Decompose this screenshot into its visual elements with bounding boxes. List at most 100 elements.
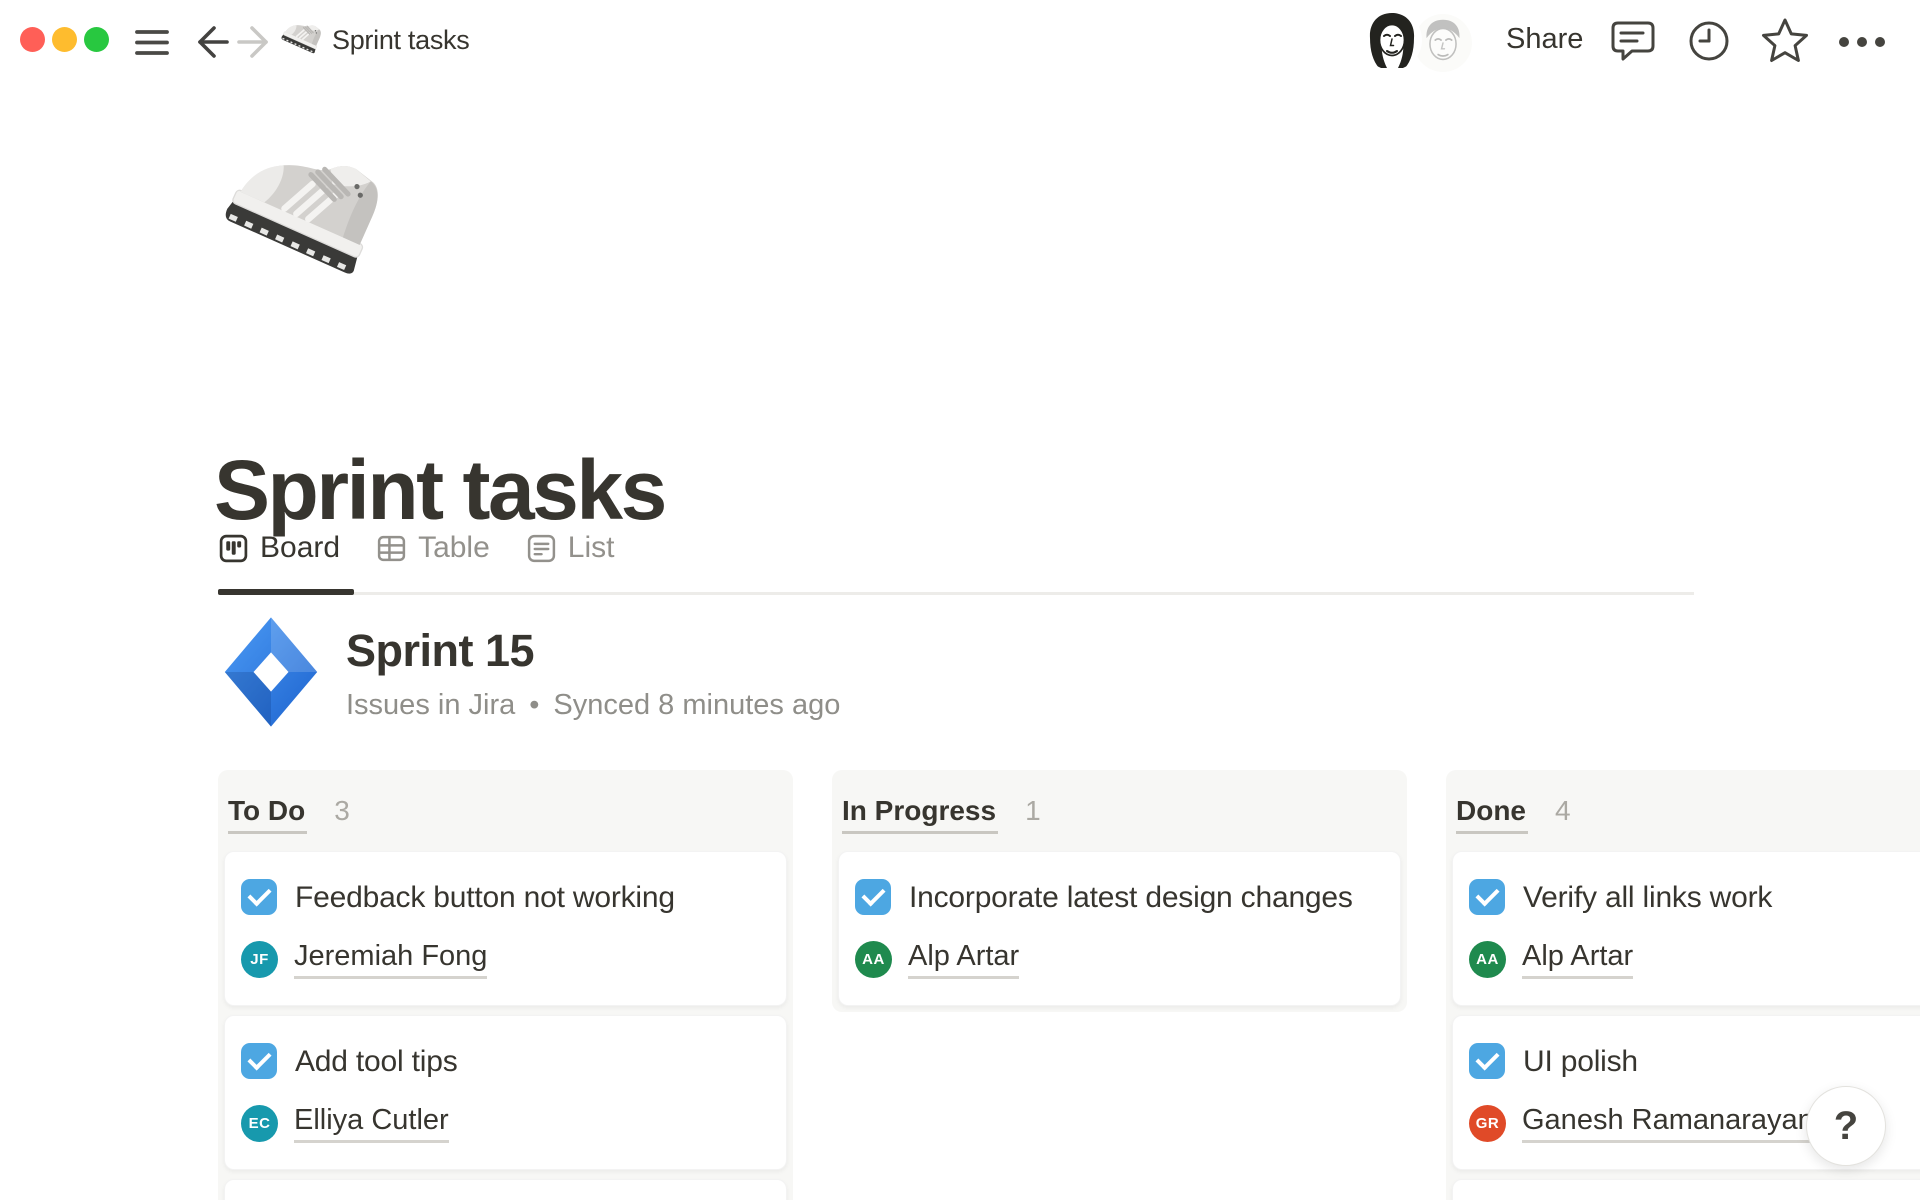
column-header: To Do 3	[218, 770, 793, 851]
star-icon	[1760, 16, 1810, 64]
collaborator-avatar-man	[1414, 14, 1472, 72]
board-card[interactable]	[1452, 1179, 1920, 1200]
column-name[interactable]: Done	[1456, 795, 1528, 834]
tabs-divider	[218, 592, 1694, 595]
hamburger-icon	[134, 26, 170, 60]
breadcrumb-page-title[interactable]: Sprint tasks	[332, 25, 469, 56]
breadcrumb-page-icon	[280, 15, 324, 59]
checkbox-icon[interactable]	[1469, 1043, 1505, 1079]
zoom-window-button[interactable]	[84, 27, 109, 52]
tab-table[interactable]: Table	[376, 531, 490, 565]
board-column: In Progress 1 Incorporate latest design ch…	[832, 770, 1407, 1012]
linked-database-subtitle: Issues in Jira • Synced 8 minutes ago	[346, 689, 840, 722]
ellipsis-icon	[1836, 28, 1888, 56]
notion-window: Sprint tasks	[0, 0, 1920, 1200]
board-card[interactable]	[224, 1179, 787, 1200]
card-assignee: AA Alp Artar	[855, 940, 1384, 979]
card-assignee: EC Elliya Cutler	[241, 1104, 770, 1143]
card-title-row: Verify all links work	[1469, 876, 1920, 920]
subtitle-separator: •	[529, 689, 539, 722]
database-source[interactable]: Issues in Jira	[346, 689, 515, 722]
card-title-row: Incorporate latest design changes	[855, 876, 1384, 920]
column-cards: Feedback button not working JF Jeremiah Fo…	[218, 851, 793, 1200]
active-tab-underline	[218, 589, 354, 595]
tab-list-label: List	[568, 531, 615, 565]
assignee-avatar: EC	[241, 1105, 278, 1142]
board-card[interactable]: Feedback button not working JF Jeremiah Fo…	[224, 851, 787, 1006]
close-window-button[interactable]	[20, 27, 45, 52]
help-button-label: ?	[1834, 1104, 1858, 1149]
checkbox-icon[interactable]	[241, 1043, 277, 1079]
checkbox-icon[interactable]	[241, 879, 277, 915]
assignee-name[interactable]: Ganesh Ramanarayanan	[1522, 1104, 1846, 1143]
comment-icon	[1610, 17, 1656, 65]
window-topbar: Sprint tasks	[0, 0, 1920, 84]
column-name[interactable]: To Do	[228, 795, 307, 834]
favorite-button[interactable]	[1760, 16, 1810, 64]
board-icon	[218, 533, 249, 564]
man-avatar	[1414, 14, 1472, 72]
collaborator-avatar-woman	[1362, 10, 1422, 70]
column-name[interactable]: In Progress	[842, 795, 998, 834]
card-title-row: UI polish	[1469, 1040, 1920, 1084]
assignee-name[interactable]: Elliya Cutler	[294, 1104, 449, 1143]
sneaker-emoji-icon	[220, 126, 390, 296]
card-title: Incorporate latest design changes	[909, 876, 1353, 920]
assignee-name[interactable]: Jeremiah Fong	[294, 940, 487, 979]
card-assignee: JF Jeremiah Fong	[241, 940, 770, 979]
assignee-name[interactable]: Alp Artar	[908, 940, 1019, 979]
page-icon-sneaker[interactable]	[220, 126, 390, 296]
assignee-avatar: AA	[1469, 941, 1506, 978]
checkbox-icon[interactable]	[1469, 879, 1505, 915]
card-title: Add tool tips	[295, 1040, 458, 1084]
assignee-avatar: JF	[241, 941, 278, 978]
card-title: UI polish	[1523, 1040, 1638, 1084]
back-button[interactable]	[190, 21, 232, 63]
assignee-name[interactable]: Alp Artar	[1522, 940, 1633, 979]
assignee-avatar: GR	[1469, 1105, 1506, 1142]
column-cards: Incorporate latest design changes AA Alp A…	[832, 851, 1407, 1012]
sync-status: Synced 8 minutes ago	[553, 689, 840, 722]
back-arrow-icon	[190, 21, 232, 63]
board: To Do 3 Feedback button not working JF Jerem…	[218, 770, 1920, 1200]
more-options-button[interactable]	[1836, 28, 1888, 56]
tab-board[interactable]: Board	[218, 531, 340, 565]
woman-avatar	[1362, 10, 1422, 70]
share-button[interactable]: Share	[1506, 23, 1583, 56]
sidebar-toggle-button[interactable]	[134, 26, 170, 60]
board-card[interactable]: Add tool tips EC Elliya Cutler	[224, 1015, 787, 1170]
collaborator-avatars[interactable]	[1362, 8, 1490, 78]
column-header: In Progress 1	[832, 770, 1407, 851]
updates-button[interactable]	[1686, 18, 1732, 64]
forward-button[interactable]	[234, 21, 276, 63]
card-title-row: Feedback button not working	[241, 876, 770, 920]
sneaker-emoji-icon	[280, 15, 324, 59]
forward-arrow-icon	[234, 21, 276, 63]
comments-button[interactable]	[1610, 17, 1656, 65]
clock-icon	[1686, 18, 1732, 64]
card-title: Verify all links work	[1523, 876, 1772, 920]
card-title-row: Add tool tips	[241, 1040, 770, 1084]
list-icon	[526, 533, 557, 564]
column-count: 1	[1025, 795, 1041, 827]
board-column: To Do 3 Feedback button not working JF Jerem…	[218, 770, 793, 1200]
board-card[interactable]: Verify all links work AA Alp Artar	[1452, 851, 1920, 1006]
column-count: 4	[1555, 795, 1571, 827]
jira-logo-icon	[222, 614, 320, 730]
column-count: 3	[334, 795, 350, 827]
help-button[interactable]: ?	[1806, 1086, 1886, 1166]
linked-database-header: Sprint 15 Issues in Jira • Synced 8 minu…	[222, 614, 840, 730]
view-tabs: Board Table List	[218, 520, 614, 576]
board-card[interactable]: Incorporate latest design changes AA Alp A…	[838, 851, 1401, 1006]
checkbox-icon[interactable]	[855, 879, 891, 915]
card-assignee: AA Alp Artar	[1469, 940, 1920, 979]
column-header: Done 4	[1446, 770, 1920, 851]
table-icon	[376, 533, 407, 564]
assignee-avatar: AA	[855, 941, 892, 978]
card-title: Feedback button not working	[295, 876, 675, 920]
linked-database-title[interactable]: Sprint 15	[346, 623, 840, 679]
minimize-window-button[interactable]	[52, 27, 77, 52]
tab-list[interactable]: List	[526, 531, 615, 565]
tab-table-label: Table	[418, 531, 490, 565]
tab-board-label: Board	[260, 531, 340, 565]
